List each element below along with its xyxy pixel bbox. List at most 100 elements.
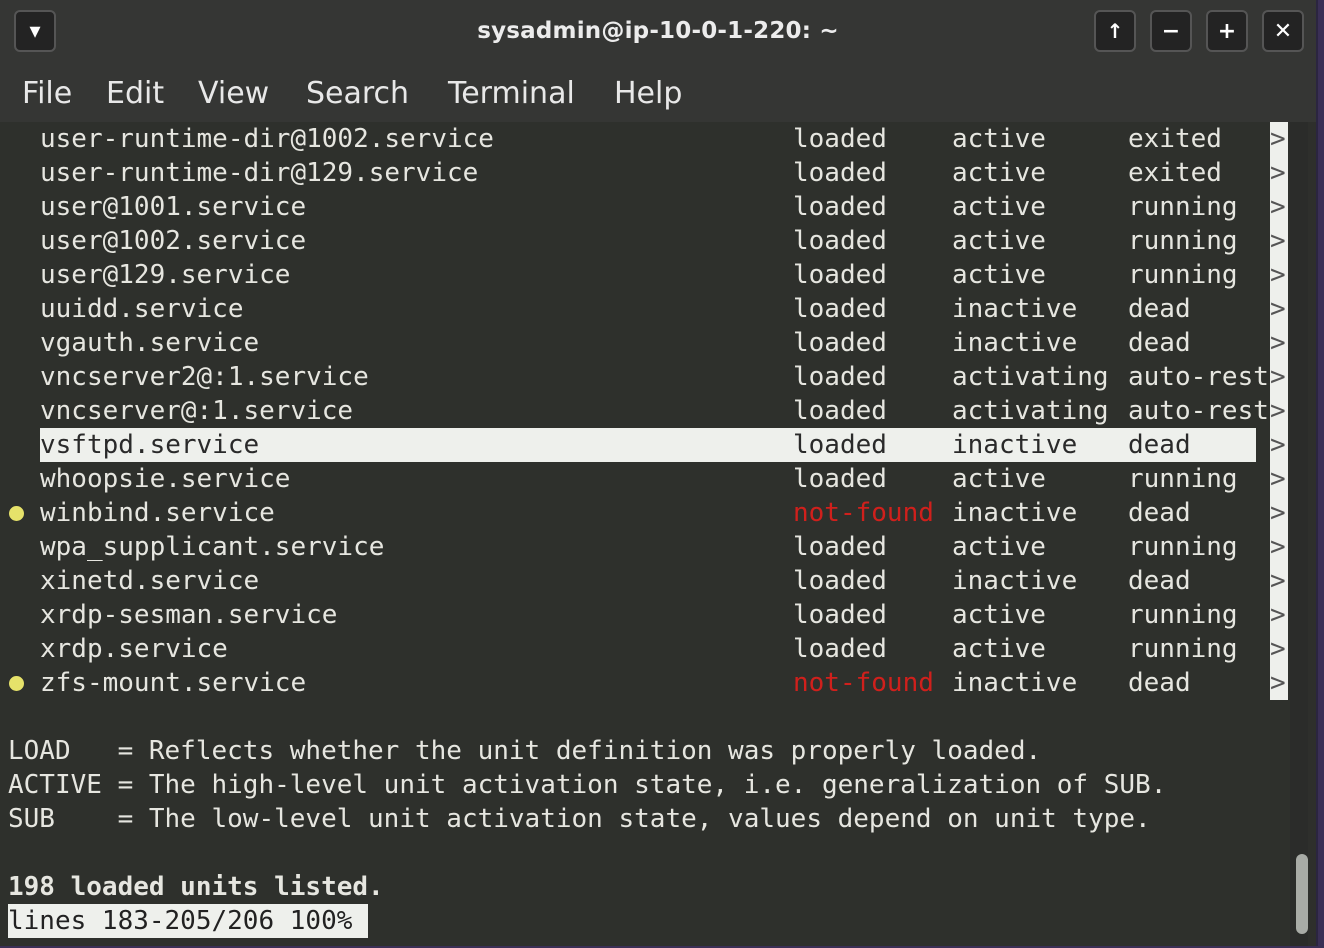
unit-active: active	[952, 464, 1046, 494]
truncation-arrow-icon: >	[1270, 362, 1286, 392]
unit-row: user-runtime-dir@1002.service loaded activ…	[0, 122, 1290, 156]
terminal-output[interactable]: user-runtime-dir@1002.service loaded activ…	[0, 122, 1296, 946]
menu-view[interactable]: View	[198, 76, 269, 111]
unit-active: active	[952, 600, 1046, 630]
unit-name: vncserver@:1.service	[40, 396, 354, 426]
unit-load: loaded	[793, 600, 887, 630]
maximize-button[interactable]: +	[1206, 10, 1248, 52]
unit-load: not-found	[793, 668, 934, 698]
unit-sub: running	[1128, 600, 1238, 630]
menu-file[interactable]: File	[22, 76, 72, 111]
unit-name: vncserver2@:1.service	[40, 362, 369, 392]
truncation-arrow-icon: >	[1270, 260, 1286, 290]
raise-window-button[interactable]: ↑	[1094, 10, 1136, 52]
unit-row: xinetd.service loaded inactive dead	[0, 564, 1290, 598]
unit-active: activating	[952, 362, 1109, 392]
menu-edit[interactable]: Edit	[106, 76, 164, 111]
unit-load: loaded	[793, 566, 887, 596]
unit-active: active	[952, 634, 1046, 664]
unit-name: xrdp-sesman.service	[40, 600, 338, 630]
unit-name: uuidd.service	[40, 294, 244, 324]
unit-load: loaded	[793, 294, 887, 324]
unit-row: vncserver2@:1.service loaded activating aut…	[0, 360, 1290, 394]
unit-sub: dead	[1128, 498, 1191, 528]
legend-load: LOAD = Reflects whether the unit definit…	[8, 736, 1042, 766]
truncation-arrow-icon: >	[1270, 226, 1286, 256]
pager-status: lines 183-205/206 100%	[8, 904, 369, 938]
menu-search[interactable]: Search	[306, 76, 409, 111]
unit-load: loaded	[793, 532, 887, 562]
unit-row: xrdp-sesman.service loaded active running	[0, 598, 1290, 632]
scrollbar-thumb[interactable]	[1296, 854, 1308, 934]
unit-load: loaded	[793, 328, 887, 358]
warning-dot-icon	[9, 506, 24, 521]
unit-load: loaded	[793, 634, 887, 664]
unit-active: active	[952, 532, 1046, 562]
truncation-arrow-icon: >	[1270, 124, 1286, 154]
units-summary: 198 loaded units listed.	[8, 872, 384, 902]
unit-load: loaded	[793, 124, 887, 154]
unit-load: loaded	[793, 464, 887, 494]
truncation-arrow-icon: >	[1270, 396, 1286, 426]
truncation-arrow-icon: >	[1270, 328, 1286, 358]
legend-active: ACTIVE = The high-level unit activation …	[8, 770, 1167, 800]
unit-load: not-found	[793, 498, 934, 528]
unit-load: loaded	[793, 362, 887, 392]
truncation-arrow-icon: >	[1270, 158, 1286, 188]
unit-sub: dead	[1128, 328, 1191, 358]
unit-sub: running	[1128, 260, 1238, 290]
unit-active: inactive	[952, 430, 1078, 460]
truncation-arrow-icon: >	[1270, 430, 1286, 460]
unit-row: vgauth.service loaded inactive dead	[0, 326, 1290, 360]
menu-bar: File Edit View Search Terminal Help	[0, 66, 1316, 122]
unit-row: user@129.service loaded active running	[0, 258, 1290, 292]
scrollbar-track[interactable]	[1290, 122, 1308, 946]
unit-load: loaded	[793, 192, 887, 222]
truncation-arrow-icon: >	[1270, 566, 1286, 596]
arrow-up-icon: ↑	[1106, 19, 1124, 43]
close-icon: ✕	[1273, 18, 1293, 44]
unit-sub: exited	[1128, 158, 1222, 188]
unit-name: user@1002.service	[40, 226, 307, 256]
unit-load: loaded	[793, 226, 887, 256]
unit-name: vgauth.service	[40, 328, 260, 358]
unit-sub: dead	[1128, 668, 1191, 698]
menu-help[interactable]: Help	[614, 76, 682, 111]
unit-row: user@1002.service loaded active running	[0, 224, 1290, 258]
unit-row: user@1001.service loaded active running	[0, 190, 1290, 224]
minimize-button[interactable]: −	[1150, 10, 1192, 52]
unit-load: loaded	[793, 430, 887, 460]
truncation-arrow-icon: >	[1270, 464, 1286, 494]
unit-active: inactive	[952, 668, 1078, 698]
unit-row: wpa_supplicant.service loaded active runnin…	[0, 530, 1290, 564]
title-bar: ▾ sysadmin@ip-10-0-1-220: ~ ↑ − + ✕	[0, 0, 1316, 66]
unit-active: inactive	[952, 328, 1078, 358]
minimize-icon: −	[1161, 18, 1181, 44]
unit-name: user@1001.service	[40, 192, 307, 222]
truncation-arrow-icon: >	[1270, 294, 1286, 324]
unit-sub: running	[1128, 226, 1238, 256]
plus-icon: +	[1217, 18, 1237, 44]
menu-terminal[interactable]: Terminal	[448, 76, 575, 111]
unit-active: inactive	[952, 566, 1078, 596]
unit-sub: dead	[1128, 430, 1191, 460]
unit-name: xrdp.service	[40, 634, 228, 664]
warning-dot-icon	[9, 676, 24, 691]
close-button[interactable]: ✕	[1262, 10, 1304, 52]
unit-active: active	[952, 260, 1046, 290]
unit-row: vsftpd.service loaded inactive dead	[0, 428, 1290, 462]
unit-active: active	[952, 124, 1046, 154]
unit-sub: exited	[1128, 124, 1222, 154]
unit-name: whoopsie.service	[40, 464, 291, 494]
truncation-arrow-icon: >	[1270, 634, 1286, 664]
unit-load: loaded	[793, 396, 887, 426]
unit-active: active	[952, 192, 1046, 222]
unit-load: loaded	[793, 260, 887, 290]
truncation-arrow-icon: >	[1270, 668, 1286, 698]
unit-sub: running	[1128, 634, 1238, 664]
unit-name: user-runtime-dir@1002.service	[40, 124, 494, 154]
unit-load: loaded	[793, 158, 887, 188]
unit-name: user-runtime-dir@129.service	[40, 158, 479, 188]
unit-name: user@129.service	[40, 260, 291, 290]
unit-sub: running	[1128, 192, 1238, 222]
